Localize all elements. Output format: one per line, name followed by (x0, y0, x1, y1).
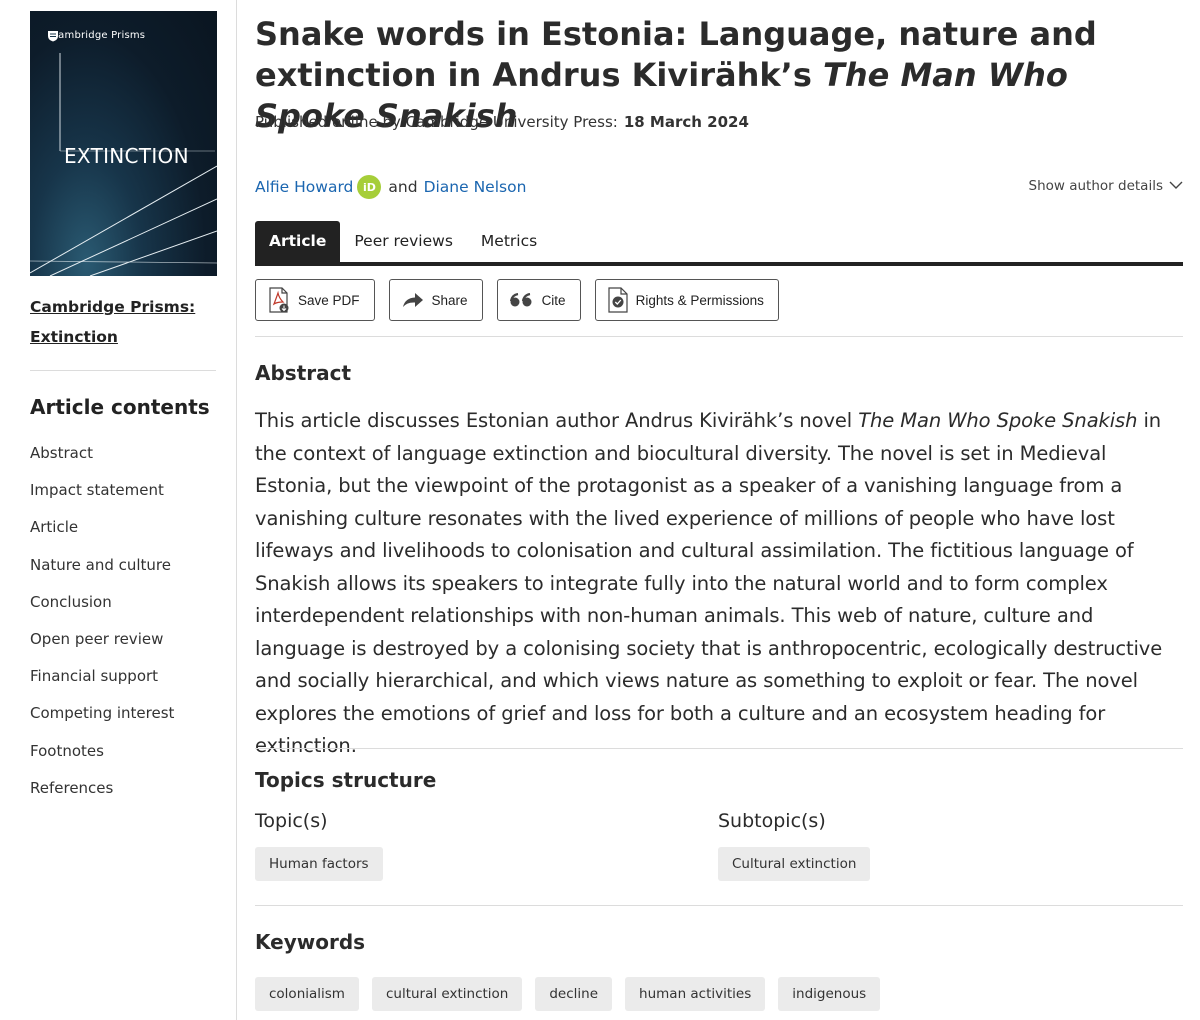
published-line: Published online by Cambridge University… (255, 113, 749, 131)
contents-item-references[interactable]: References (30, 778, 174, 815)
orcid-icon[interactable]: iD (357, 175, 382, 199)
cite-label: Cite (541, 292, 566, 308)
published-label: Published online by Cambridge University… (255, 113, 618, 131)
permissions-document-icon (607, 287, 628, 313)
journal-link[interactable]: Cambridge Prisms: Extinction (30, 292, 220, 352)
rights-permissions-label: Rights & Permissions (635, 292, 764, 308)
divider (255, 336, 1183, 337)
cover-brand: Cambridge Prisms (47, 30, 146, 42)
article-tabs: Article Peer reviews Metrics (255, 221, 1183, 266)
tab-metrics[interactable]: Metrics (467, 221, 551, 262)
contents-item-impact-statement[interactable]: Impact statement (30, 480, 174, 517)
contents-item-open-peer-review[interactable]: Open peer review (30, 629, 174, 666)
article-contents-heading: Article contents (30, 395, 210, 419)
cover-brand-text: Cambridge Prisms (51, 30, 146, 41)
article-contents-list: Abstract Impact statement Article Nature… (30, 443, 174, 815)
author-link-alfie-howard[interactable]: Alfie Howard (255, 178, 353, 196)
contents-item-financial-support[interactable]: Financial support (30, 666, 174, 703)
cover-title: EXTINCTION (64, 144, 189, 168)
contents-item-conclusion[interactable]: Conclusion (30, 592, 174, 629)
subtopics-label: Subtopic(s) (718, 810, 826, 832)
pdf-icon (268, 287, 290, 313)
cite-button[interactable]: Cite (496, 279, 581, 321)
keywords-heading: Keywords (255, 930, 366, 954)
abstract-text: This article discusses Estonian author A… (255, 405, 1183, 763)
abstract-heading: Abstract (255, 361, 352, 385)
sidebar-divider (30, 370, 216, 371)
abstract-text-part2: in the context of language extinction an… (255, 409, 1163, 757)
divider (255, 748, 1183, 749)
article-toolbar: Save PDF Share Cite Rights & Permissions (255, 279, 779, 321)
abstract-novel-title: The Man Who Spoke Snakish (858, 409, 1138, 432)
keyword-chip-decline[interactable]: decline (535, 977, 613, 1011)
topics-label: Topic(s) (255, 810, 328, 832)
share-button[interactable]: Share (388, 279, 483, 321)
abstract-text-part1: This article discusses Estonian author A… (255, 409, 859, 432)
topics-structure-heading: Topics structure (255, 768, 437, 792)
contents-item-article[interactable]: Article (30, 517, 174, 554)
show-author-details-label: Show author details (1028, 178, 1163, 194)
contents-item-footnotes[interactable]: Footnotes (30, 741, 174, 778)
contents-item-competing-interest[interactable]: Competing interest (30, 703, 174, 740)
save-pdf-label: Save PDF (298, 292, 360, 308)
keyword-chip-indigenous[interactable]: indigenous (778, 977, 881, 1011)
sidebar: Cambridge Prisms EXTINCTION Cambridge Pr… (0, 0, 237, 1020)
save-pdf-button[interactable]: Save PDF (255, 279, 375, 321)
published-date: 18 March 2024 (623, 113, 749, 131)
chevron-down-icon (1169, 178, 1183, 194)
keyword-list: colonialism cultural extinction decline … (255, 977, 881, 1011)
share-label: Share (431, 292, 468, 308)
tab-article[interactable]: Article (255, 221, 341, 262)
keyword-chip-human-activities[interactable]: human activities (625, 977, 766, 1011)
rights-permissions-button[interactable]: Rights & Permissions (594, 279, 779, 321)
tab-peer-reviews[interactable]: Peer reviews (340, 221, 467, 262)
keyword-chip-colonialism[interactable]: colonialism (255, 977, 359, 1011)
keyword-chip-cultural-extinction[interactable]: cultural extinction (371, 977, 523, 1011)
quote-icon (509, 293, 534, 307)
share-arrow-icon (402, 292, 424, 308)
author-list: Alfie Howard iD and Diane Nelson (255, 175, 526, 199)
contents-item-nature-and-culture[interactable]: Nature and culture (30, 555, 174, 592)
show-author-details-toggle[interactable]: Show author details (1029, 178, 1183, 194)
contents-item-abstract[interactable]: Abstract (30, 443, 174, 480)
author-link-diane-nelson[interactable]: Diane Nelson (424, 178, 527, 196)
divider (255, 905, 1183, 906)
subtopic-chip-cultural-extinction[interactable]: Cultural extinction (718, 847, 871, 881)
journal-cover-image[interactable]: Cambridge Prisms EXTINCTION (30, 11, 217, 276)
author-conjunction: and (388, 178, 418, 196)
topic-chip-human-factors[interactable]: Human factors (255, 847, 383, 881)
